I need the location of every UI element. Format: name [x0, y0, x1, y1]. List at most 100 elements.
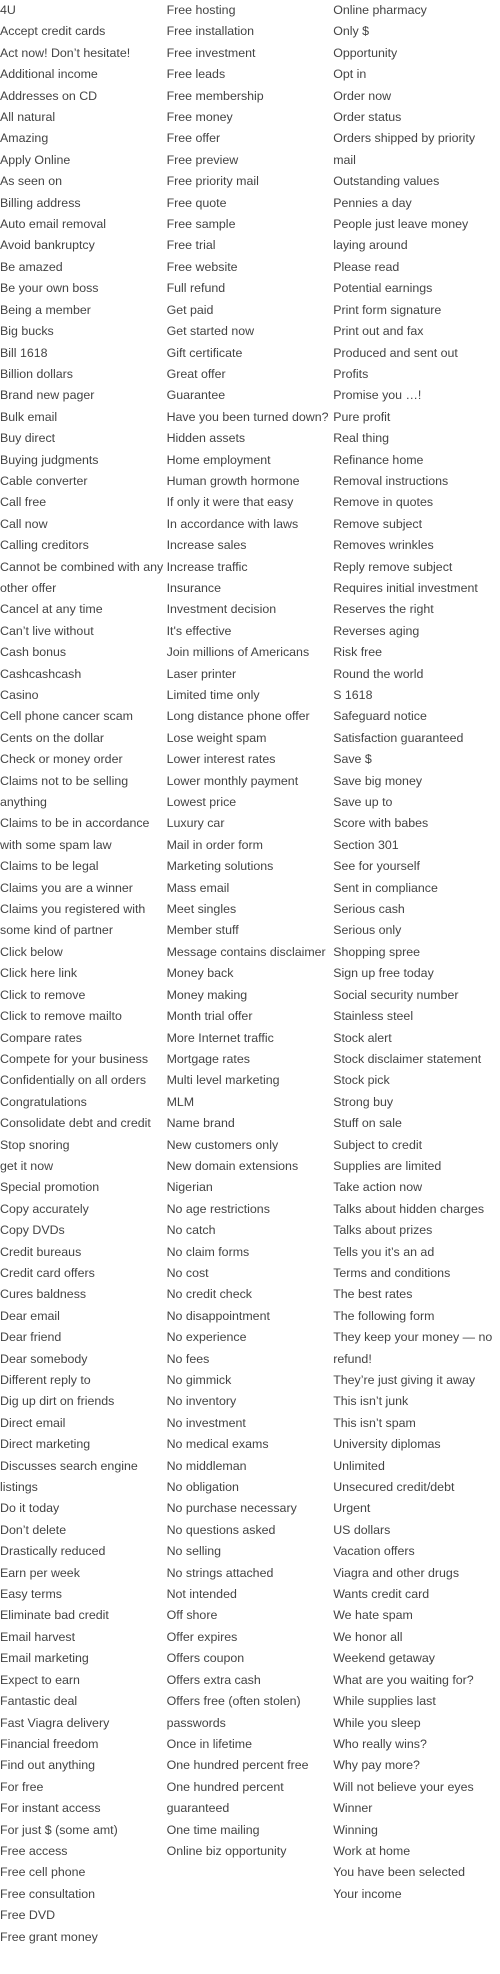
- list-item: Free membership: [166, 88, 264, 103]
- list-item: Message contains disclaimer: [166, 944, 326, 959]
- list-item: The best rates: [333, 1287, 413, 1302]
- list-item: Money back: [166, 966, 234, 981]
- list-item: Pennies a day: [333, 195, 412, 210]
- list-item: Nigerian: [166, 1180, 213, 1195]
- list-item: While supplies last: [333, 1694, 436, 1709]
- list-item: Reverses aging: [333, 623, 420, 638]
- list-item: Earn per week: [0, 1565, 80, 1580]
- list-item: Lower interest rates: [166, 752, 276, 767]
- list-item: Free installation: [166, 24, 255, 39]
- list-item: Satisfaction guaranteed: [333, 730, 464, 745]
- list-item: Get started now: [166, 324, 255, 339]
- list-item: Apply Online: [0, 152, 71, 167]
- list-item: Print out and fax: [333, 324, 424, 339]
- list-item: Free grant money: [0, 1929, 98, 1944]
- list-item: Shopping spree: [333, 944, 420, 959]
- word-column: 4U Accept credit cards Act now! Don’t hesi…: [0, 0, 167, 1948]
- list-item: Drastically reduced: [0, 1544, 106, 1559]
- list-item: No middleman: [166, 1458, 247, 1473]
- list-item: Compete for your business: [0, 1051, 149, 1066]
- list-item: Billion dollars: [0, 366, 74, 381]
- list-item: Strong buy: [333, 1094, 394, 1109]
- list-item: Stainless steel: [333, 1009, 414, 1024]
- list-item: Great offer: [166, 366, 226, 381]
- list-item: Mail in order form: [166, 837, 263, 852]
- list-item: Cash bonus: [0, 645, 67, 660]
- list-item: Reserves the right: [333, 602, 434, 617]
- list-item: Stock disclaimer statement: [333, 1051, 482, 1066]
- list-item: Claims you registered with some kind of …: [0, 902, 146, 938]
- list-item: Will not believe your eyes: [333, 1779, 474, 1794]
- list-item: get it now: [0, 1158, 54, 1173]
- list-item: Eliminate bad credit: [0, 1608, 109, 1623]
- list-item: Mortgage rates: [166, 1051, 250, 1066]
- list-item: Direct marketing: [0, 1437, 91, 1452]
- list-item: Expect to earn: [0, 1672, 80, 1687]
- list-item: Stop snoring: [0, 1137, 70, 1152]
- list-item: Dear friend: [0, 1330, 62, 1345]
- list-item: Multi level marketing: [166, 1073, 280, 1088]
- list-item: No inventory: [166, 1394, 237, 1409]
- list-item: Offers coupon: [166, 1651, 245, 1666]
- list-item: S 1618: [333, 688, 373, 702]
- list-item: Lose weight spam: [166, 730, 267, 745]
- list-item: We hate spam: [333, 1608, 413, 1623]
- list-item: Winning: [333, 1822, 378, 1837]
- list-item: No investment: [166, 1415, 246, 1430]
- list-item: Print form signature: [333, 302, 442, 317]
- list-item: Mass email: [166, 880, 230, 895]
- list-item: Investment decision: [166, 602, 277, 617]
- list-item: Calling creditors: [0, 538, 89, 553]
- list-item: No fees: [166, 1351, 210, 1366]
- list-item: Big bucks: [0, 324, 54, 339]
- list-item: People just leave money laying around: [333, 217, 469, 253]
- list-item: Claims to be legal: [0, 859, 99, 874]
- list-item: We honor all: [333, 1629, 403, 1644]
- list-item: Stock alert: [333, 1030, 392, 1045]
- list-item: Serious cash: [333, 902, 405, 917]
- list-item: Amazing: [0, 131, 49, 146]
- list-item: Check or money order: [0, 752, 123, 767]
- list-item: Dear email: [0, 1308, 60, 1323]
- list-item: Remove in quotes: [333, 495, 434, 510]
- list-item: Save up to: [333, 795, 393, 810]
- list-item: Talks about hidden charges: [333, 1201, 485, 1216]
- list-item: No purchase necessary: [166, 1501, 297, 1516]
- list-item: Free leads: [166, 67, 226, 82]
- list-item: Luxury car: [166, 816, 225, 831]
- list-item: Call now: [0, 516, 48, 531]
- list-item: For free: [0, 1779, 44, 1794]
- list-item: Tells you it’s an ad: [333, 1244, 435, 1259]
- list-item: No strings attached: [166, 1565, 274, 1580]
- list-item: One hundred percent free: [166, 1758, 309, 1773]
- list-item: Discusses search engine listings: [0, 1458, 138, 1495]
- list-item: Insurance: [166, 580, 222, 595]
- list-item: More Internet traffic: [166, 1030, 274, 1045]
- list-item: No selling: [166, 1544, 222, 1559]
- list-item: Stock pick: [333, 1073, 390, 1088]
- list-item: Sent in compliance: [333, 880, 438, 895]
- list-item: Gift certificate: [166, 345, 243, 360]
- list-item: Copy accurately: [0, 1201, 89, 1216]
- list-item: No obligation: [166, 1480, 239, 1495]
- list-item: Billing address: [0, 195, 81, 210]
- list-item: Bill 1618: [0, 345, 48, 360]
- list-item: If only it were that easy: [166, 495, 294, 510]
- list-item: Claims not to be selling anything: [0, 773, 129, 810]
- list-item: Be your own boss: [0, 281, 99, 296]
- list-item: No credit check: [166, 1287, 252, 1302]
- list-item: No disappointment: [166, 1308, 270, 1323]
- list-item: Free consultation: [0, 1886, 96, 1901]
- list-item: Free offer: [166, 131, 221, 146]
- list-item: Email harvest: [0, 1629, 76, 1644]
- list-item: Member stuff: [166, 923, 239, 938]
- word-column: Online pharmacy Only $ Opportunity Opt in Or…: [333, 0, 500, 1948]
- list-item: Order now: [333, 88, 392, 103]
- list-item: Social security number: [333, 987, 459, 1002]
- list-item: Fast Viagra delivery: [0, 1715, 110, 1730]
- list-item: Cell phone cancer scam: [0, 709, 133, 724]
- list-item: Limited time only: [166, 688, 260, 702]
- list-item: Click below: [0, 944, 63, 959]
- list-item: Weekend getaway: [333, 1651, 435, 1666]
- list-item: Click here link: [0, 966, 78, 981]
